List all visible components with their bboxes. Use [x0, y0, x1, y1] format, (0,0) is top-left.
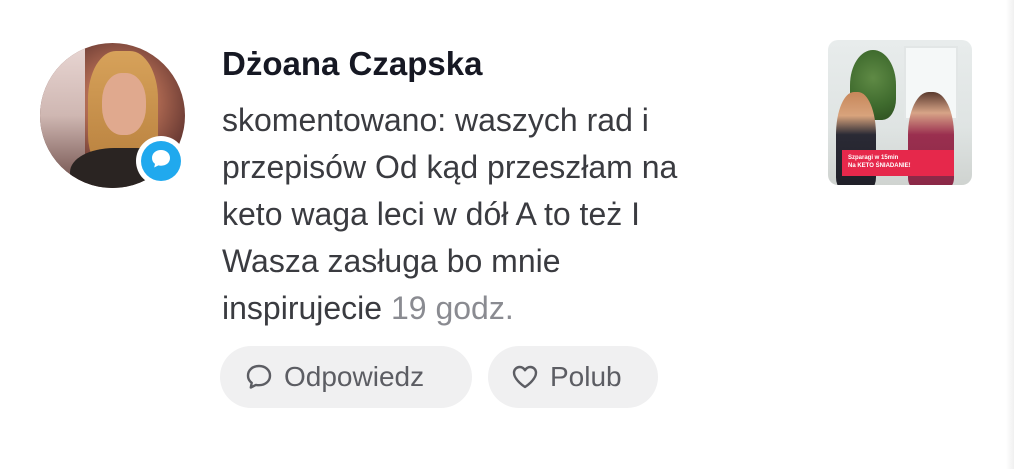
- avatar[interactable]: [40, 43, 186, 188]
- video-thumbnail[interactable]: Szparagi w 15min Na KETO ŚNIADANIE!: [828, 40, 972, 185]
- thumbnail-caption-line: Szparagi w 15min: [848, 155, 899, 161]
- thumbnail-caption-line: Na KETO ŚNIADANIE!: [848, 163, 911, 169]
- timestamp: 19 godz.: [390, 290, 514, 326]
- heart-icon: [510, 362, 540, 392]
- comment-line: skomentowano: waszych rad i: [222, 102, 649, 138]
- reply-button[interactable]: Odpowiedz: [220, 346, 472, 408]
- comment-text: skomentowano: waszych rad i przepisów Od…: [222, 97, 782, 332]
- speech-bubble-icon: [244, 362, 274, 392]
- comment-line: przepisów Od kąd przeszłam na: [222, 149, 678, 185]
- comment-line-text: inspirujecie: [222, 290, 383, 326]
- like-label: Polub: [550, 361, 622, 392]
- comment-line: keto waga leci w dół A to też I: [222, 196, 641, 232]
- comment-bubble-icon: [150, 148, 172, 175]
- thumbnail-caption: Szparagi w 15min Na KETO ŚNIADANIE!: [842, 150, 954, 176]
- reply-label: Odpowiedz: [284, 361, 425, 392]
- like-button[interactable]: Polub: [488, 346, 658, 408]
- author-name[interactable]: Dżoana Czapska: [222, 45, 482, 83]
- comment-badge: [136, 136, 186, 186]
- edge-shadow: [1006, 0, 1014, 469]
- comment-line: Wasza zasługa bo mnie: [222, 243, 561, 279]
- comment-line-last: inspirujecie 19 godz.: [222, 285, 782, 332]
